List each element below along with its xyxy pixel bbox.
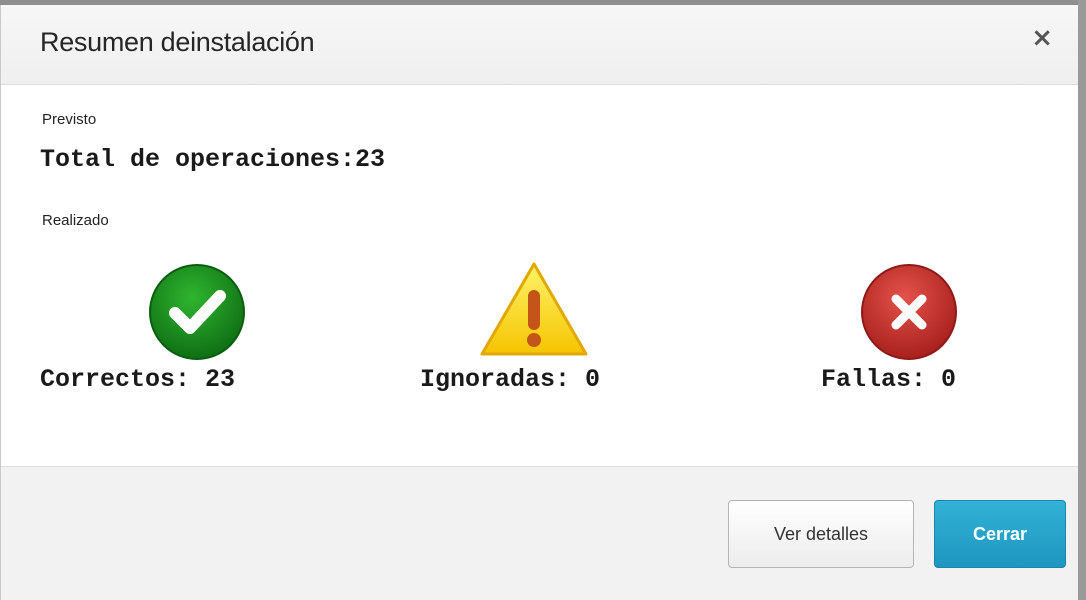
close-icon[interactable]: × <box>1031 25 1053 51</box>
dialog-title: Resumen deinstalación <box>40 27 315 57</box>
success-check-icon <box>148 263 246 366</box>
stat-ignored: Ignoradas: 0 <box>420 260 670 403</box>
dialog-header: Resumen deinstalación × <box>1 5 1078 85</box>
warning-icon <box>478 260 590 363</box>
planned-label: Previsto <box>42 111 97 128</box>
stat-ignored-text: Ignoradas: 0 <box>420 365 601 394</box>
stat-failed-text: Fallas: 0 <box>821 365 957 394</box>
close-button[interactable]: Cerrar <box>934 500 1066 568</box>
done-label: Realizado <box>42 212 109 229</box>
install-summary-dialog: Resumen deinstalación × Previsto Total d… <box>0 5 1078 600</box>
stat-failed: Fallas: 0 <box>821 263 1021 403</box>
dialog-footer: Ver detalles Cerrar <box>1 466 1078 600</box>
backdrop-edge <box>1078 0 1086 600</box>
stat-correct: Correctos: 23 <box>40 263 302 403</box>
error-x-icon <box>860 263 958 366</box>
stat-correct-text: Correctos: 23 <box>40 365 236 394</box>
dialog-body: Previsto Total de operaciones:23 Realiza… <box>1 85 1078 466</box>
view-details-button[interactable]: Ver detalles <box>728 500 914 568</box>
total-operations: Total de operaciones:23 <box>40 145 386 174</box>
